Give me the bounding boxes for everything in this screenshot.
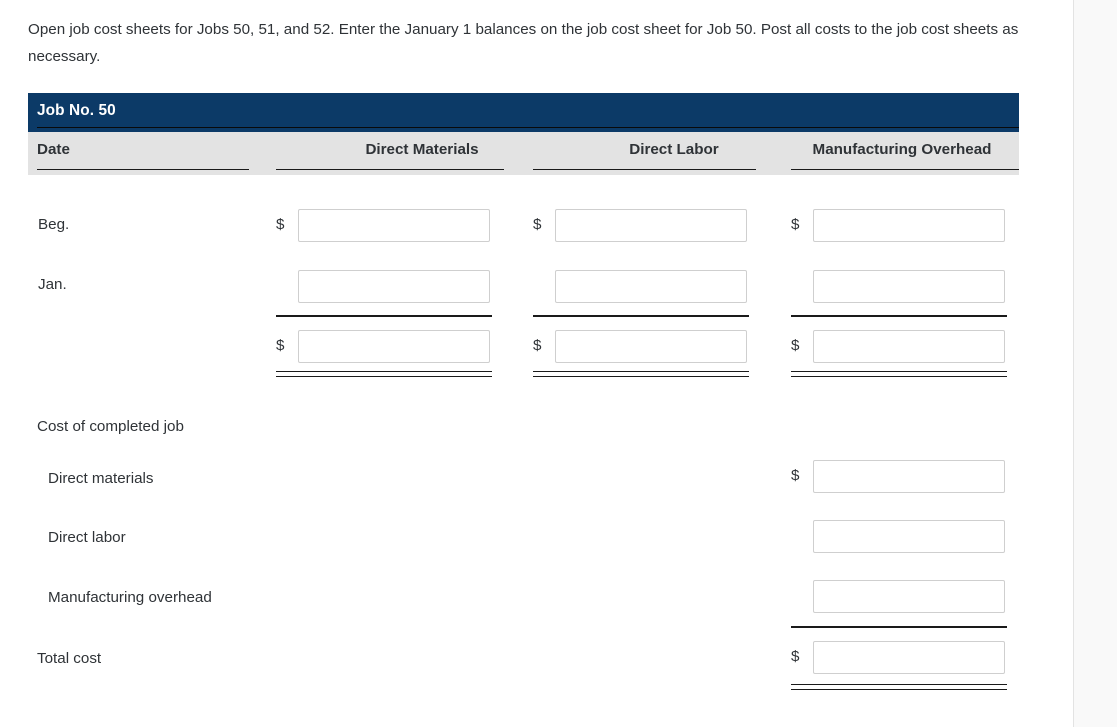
currency-symbol: $	[791, 467, 800, 484]
total-double-rule-direct-materials	[276, 371, 492, 377]
job-number-title: Job No. 50	[37, 102, 116, 119]
currency-symbol: $	[276, 337, 285, 354]
column-header-direct-labor: Direct Labor	[629, 141, 719, 158]
subtotal-rule-direct-labor	[533, 315, 749, 317]
column-header-date: Date	[37, 141, 70, 158]
job-sheet-header: Job No. 50	[28, 93, 1019, 132]
input-summary-direct-labor[interactable]	[813, 520, 1005, 553]
table-cell-jan-manufacturing-overhead	[791, 270, 1007, 305]
column-header-manufacturing-overhead-underline	[791, 168, 1019, 170]
total-double-rule-manufacturing-overhead	[791, 371, 1007, 377]
input-beg-manufacturing-overhead[interactable]	[813, 209, 1005, 242]
column-header-manufacturing-overhead: Manufacturing Overhead	[812, 141, 992, 158]
page-content: Open job cost sheets for Jobs 50, 51, an…	[0, 0, 1073, 727]
input-summary-direct-materials[interactable]	[813, 460, 1005, 493]
input-beg-direct-materials[interactable]	[298, 209, 490, 242]
currency-symbol: $	[791, 648, 800, 665]
column-header-direct-materials-underline	[276, 168, 504, 170]
summary-cell-total-cost: $	[791, 641, 1007, 676]
row-label-january: Jan.	[38, 276, 67, 293]
currency-symbol: $	[533, 216, 542, 233]
summary-cell-direct-materials: $	[791, 460, 1007, 495]
table-cell-total-manufacturing-overhead: $	[791, 330, 1007, 365]
input-jan-direct-labor[interactable]	[555, 270, 747, 303]
summary-label-direct-materials: Direct materials	[48, 470, 154, 487]
column-header-date-underline	[37, 168, 249, 170]
input-total-manufacturing-overhead[interactable]	[813, 330, 1005, 363]
summary-cell-direct-labor	[791, 520, 1007, 555]
currency-symbol: $	[276, 216, 285, 233]
table-cell-jan-direct-labor	[533, 270, 749, 305]
input-total-direct-labor[interactable]	[555, 330, 747, 363]
column-header-row: Date Direct Materials Direct Labor Manuf…	[28, 132, 1019, 175]
job-cost-sheet: Job No. 50 Date Direct Materials Direct …	[28, 93, 1019, 395]
exercise-instructions: Open job cost sheets for Jobs 50, 51, an…	[28, 21, 1019, 65]
job-sheet-body: Beg. $ $ $ Jan. $ $ $	[28, 175, 1019, 395]
table-cell-beg-direct-materials: $	[276, 209, 492, 244]
currency-symbol: $	[533, 337, 542, 354]
summary-heading: Cost of completed job	[37, 418, 184, 435]
row-label-beginning: Beg.	[38, 216, 70, 233]
table-cell-total-direct-materials: $	[276, 330, 492, 365]
summary-label-manufacturing-overhead: Manufacturing overhead	[48, 589, 212, 606]
currency-symbol: $	[791, 337, 800, 354]
table-cell-total-direct-labor: $	[533, 330, 749, 365]
column-header-direct-labor-underline	[533, 168, 756, 170]
input-beg-direct-labor[interactable]	[555, 209, 747, 242]
input-summary-manufacturing-overhead[interactable]	[813, 580, 1005, 613]
summary-cell-manufacturing-overhead	[791, 580, 1007, 615]
column-header-direct-materials: Direct Materials	[365, 141, 479, 158]
summary-label-direct-labor: Direct labor	[48, 529, 126, 546]
input-summary-total-cost[interactable]	[813, 641, 1005, 674]
subtotal-rule-manufacturing-overhead	[791, 315, 1007, 317]
subtotal-rule-direct-materials	[276, 315, 492, 317]
input-jan-manufacturing-overhead[interactable]	[813, 270, 1005, 303]
table-cell-jan-direct-materials	[276, 270, 492, 305]
currency-symbol: $	[791, 216, 800, 233]
job-title-underline	[37, 127, 1019, 128]
table-cell-beg-manufacturing-overhead: $	[791, 209, 1007, 244]
input-jan-direct-materials[interactable]	[298, 270, 490, 303]
summary-total-double-rule	[791, 684, 1007, 690]
total-double-rule-direct-labor	[533, 371, 749, 377]
summary-subtotal-rule	[791, 626, 1007, 628]
input-total-direct-materials[interactable]	[298, 330, 490, 363]
table-cell-beg-direct-labor: $	[533, 209, 749, 244]
right-side-panel	[1073, 0, 1117, 727]
summary-label-total-cost: Total cost	[37, 650, 102, 667]
